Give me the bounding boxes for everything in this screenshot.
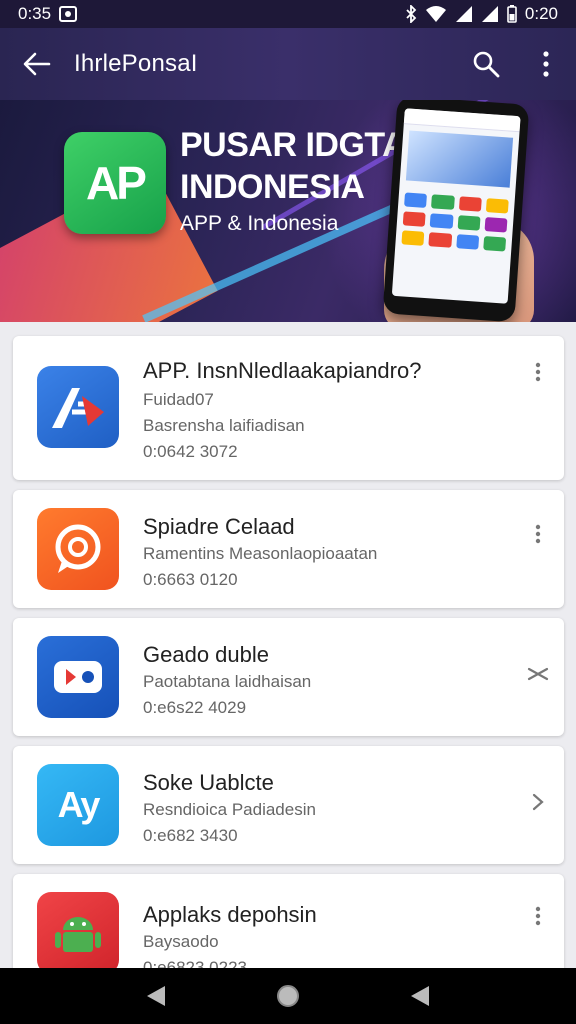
signal-icon xyxy=(455,6,473,22)
screenshot-icon xyxy=(59,6,78,22)
chevron-right-icon xyxy=(532,793,544,811)
app-name: Spiadre Celaad xyxy=(143,514,295,539)
recents-icon xyxy=(411,986,429,1006)
message-icon xyxy=(37,636,119,718)
app-meta: Baysaodo xyxy=(143,932,219,951)
more-vert-icon xyxy=(535,524,541,544)
app-meta: 0:e6823 0223 xyxy=(143,958,247,968)
phone-image xyxy=(382,100,530,322)
app-meta: Resndioica Padiadesin xyxy=(143,800,316,819)
app-card[interactable]: Ay Soke Uablcte Resndioica Padiadesin 0:… xyxy=(13,746,564,864)
phone-screen xyxy=(391,108,521,304)
back-triangle-icon xyxy=(147,986,165,1006)
app-meta: 0:0642 3072 xyxy=(143,442,238,461)
app-list: APP. InsnNledlaakapiandro? Fuidad07 Basr… xyxy=(0,322,576,968)
wifi-icon xyxy=(425,6,447,22)
ap-logo-icon xyxy=(37,366,119,448)
status-battery-time: 0:20 xyxy=(524,4,558,23)
promo-banner[interactable]: AP PUSAR IDGTA INDONESIA APP & Indonesia xyxy=(0,100,576,322)
app-bar: IhrlePonsaI xyxy=(0,28,576,100)
banner-logo: AP xyxy=(64,132,166,234)
home-circle-icon xyxy=(277,985,299,1007)
banner-subtitle: APP & Indonesia xyxy=(180,212,339,235)
chat-bubble-icon xyxy=(37,508,119,590)
more-vert-icon xyxy=(535,906,541,926)
search-icon xyxy=(473,51,500,78)
app-name: APP. InsnNledlaakapiandro? xyxy=(143,358,422,383)
banner-title: PUSAR IDGTA INDONESIA xyxy=(180,124,407,208)
app-card[interactable]: Geado duble Paotabtana laidhaisan 0:e6s2… xyxy=(13,618,564,736)
nav-back-button[interactable] xyxy=(132,972,180,1020)
banner-logo-text: AP xyxy=(86,157,147,209)
battery-icon xyxy=(507,5,517,23)
overflow-menu-button[interactable] xyxy=(516,28,576,100)
banner-title-line2: INDONESIA xyxy=(180,168,365,206)
app-name: Soke Uablcte xyxy=(143,770,274,795)
app-meta: 0:6663 0120 xyxy=(143,570,238,589)
bluetooth-icon xyxy=(405,5,417,23)
app-meta: 0:e682 3430 xyxy=(143,826,238,845)
app-bar-title: IhrlePonsaI xyxy=(74,50,198,77)
search-button[interactable] xyxy=(456,28,516,100)
app-card[interactable]: Spiadre Celaad Ramentins Measonlaopioaat… xyxy=(13,490,564,608)
arrow-left-icon xyxy=(23,52,51,76)
banner-title-line1: PUSAR IDGTA xyxy=(180,126,407,164)
nav-home-button[interactable] xyxy=(264,972,312,1020)
signal-icon-2 xyxy=(481,6,499,22)
ay-logo-icon: Ay xyxy=(37,764,119,846)
status-bar: 0:35 0:20 xyxy=(0,0,576,28)
app-meta: Ramentins Measonlaopioaatan xyxy=(143,544,378,563)
app-meta: 0:e6s22 4029 xyxy=(143,698,247,717)
app-meta: Basrensha laifiadisan xyxy=(143,416,305,435)
more-vert-icon xyxy=(543,51,549,77)
shuffle-icon xyxy=(527,667,549,681)
android-icon xyxy=(37,892,119,968)
status-time: 0:35 xyxy=(18,4,52,23)
app-card[interactable]: APP. InsnNledlaakapiandro? Fuidad07 Basr… xyxy=(13,336,564,480)
more-vert-icon xyxy=(535,362,541,382)
app-name: Geado duble xyxy=(143,642,269,667)
nav-recents-button[interactable] xyxy=(396,972,444,1020)
app-action-button[interactable] xyxy=(524,782,552,822)
app-menu-button[interactable] xyxy=(524,352,552,392)
back-button[interactable] xyxy=(0,28,74,100)
app-meta: Paotabtana laidhaisan xyxy=(143,672,312,691)
app-name: Applaks depohsin xyxy=(143,902,317,927)
app-card[interactable]: Applaks depohsin Baysaodo 0:e6823 0223 xyxy=(13,874,564,968)
app-action-button[interactable] xyxy=(524,654,552,694)
app-menu-button[interactable] xyxy=(524,896,552,936)
system-nav-bar xyxy=(0,968,576,1024)
app-meta: Fuidad07 xyxy=(143,390,214,409)
app-menu-button[interactable] xyxy=(524,514,552,554)
